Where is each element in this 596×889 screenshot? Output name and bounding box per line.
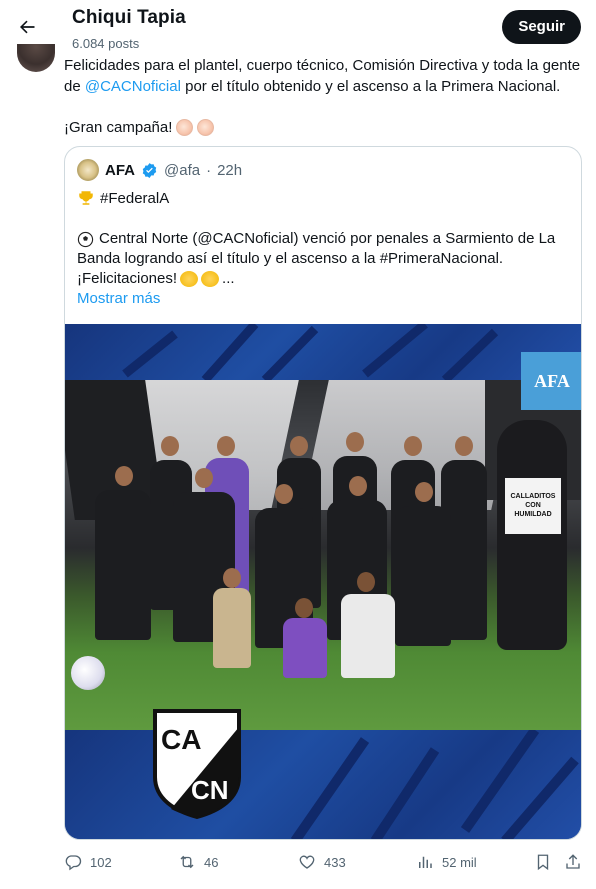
shield-bottom-text: CN — [191, 775, 229, 805]
brush-pattern — [122, 324, 499, 384]
quoted-tweet[interactable]: AFA @afa · 22h #FederalA Central Norte (… — [64, 146, 582, 840]
clapping-hands-icon — [201, 271, 220, 287]
back-button[interactable] — [10, 10, 44, 44]
views-icon — [419, 856, 432, 868]
repost-icon — [180, 855, 194, 869]
quoted-media-image[interactable]: CALLADITOS CON HUMILDAD AFA CA CN — [65, 324, 581, 839]
tweet-actions: 102 46 433 52 mil — [64, 853, 584, 875]
verified-icon — [142, 162, 157, 178]
quoted-body-line-1: Central Norte (@CACNoficial) venció por … — [77, 229, 571, 249]
ellipsis: ... — [222, 270, 235, 287]
repost-button[interactable]: 46 — [178, 853, 218, 871]
show-more-link[interactable]: Mostrar más — [77, 290, 160, 307]
player — [395, 506, 451, 646]
clapping-hands-icon — [176, 119, 194, 136]
mascot-sign-line-3: HUMILDAD — [514, 511, 552, 518]
child — [283, 618, 327, 678]
cacn-shield-logo: CA CN — [153, 709, 241, 819]
brush-pattern — [290, 727, 579, 839]
player-head — [217, 436, 235, 456]
views-button[interactable]: 52 mil — [416, 853, 477, 871]
player-head — [346, 432, 364, 452]
bookmark-icon — [537, 854, 549, 871]
quoted-body-text-1: Central Norte (@CACNoficial) venció por … — [99, 230, 556, 247]
tweet-text-prefix: de — [64, 78, 85, 95]
afa-avatar[interactable] — [77, 159, 99, 181]
quoted-tweet-header: AFA @afa · 22h — [77, 159, 242, 181]
reply-button[interactable]: 102 — [64, 853, 112, 871]
player-head — [275, 484, 293, 504]
player — [95, 490, 151, 640]
separator-dot: · — [206, 161, 212, 179]
trophy-icon — [79, 191, 93, 205]
like-icon — [299, 855, 315, 869]
quoted-timestamp[interactable]: 22h — [217, 162, 242, 179]
child-head — [295, 598, 313, 618]
condor-mascot — [497, 420, 567, 650]
quoted-author-handle: @afa — [164, 161, 201, 179]
reply-icon — [65, 855, 82, 871]
federal-a-hashtag[interactable]: #FederalA — [100, 190, 169, 207]
clapping-hands-icon — [197, 119, 215, 136]
quoted-author-name[interactable]: AFA — [105, 162, 135, 179]
views-count: 52 mil — [442, 854, 477, 870]
media-top-band — [65, 324, 581, 384]
player-head — [349, 476, 367, 496]
clapping-hands-icon — [180, 271, 199, 287]
media-bottom-band — [65, 727, 581, 839]
mention-link[interactable]: @CACNoficial — [85, 78, 181, 95]
mascot-sign-line-1: CALLADITOS — [510, 493, 556, 500]
like-button[interactable]: 433 — [298, 853, 346, 871]
tweet-line-2: de @CACNoficial por el título obtenido y… — [64, 76, 584, 97]
child — [213, 588, 251, 668]
gran-campana-text: ¡Gran campaña! — [64, 119, 173, 136]
like-count: 433 — [324, 854, 346, 870]
player-head — [115, 466, 133, 486]
child — [341, 594, 395, 678]
afa-badge: AFA — [521, 352, 581, 410]
back-arrow-icon — [20, 20, 35, 34]
post-count: 6.084 posts — [72, 36, 140, 51]
quoted-body-line-2: Banda logrando así el título y el ascens… — [77, 250, 504, 267]
profile-header: Chiqui Tapia 6.084 posts Seguir — [0, 0, 596, 52]
player-head — [404, 436, 422, 456]
follow-button[interactable]: Seguir — [502, 10, 581, 44]
quoted-hashtag-line: #FederalA — [77, 189, 169, 207]
bookmark-button[interactable] — [534, 853, 552, 871]
share-button[interactable] — [564, 853, 582, 871]
profile-name: Chiqui Tapia — [72, 7, 186, 28]
shield-top-text: CA — [161, 724, 201, 755]
mascot-sign-line-2: CON — [525, 502, 541, 509]
player-head — [290, 436, 308, 456]
team-photo: CALLADITOS CON HUMILDAD — [65, 380, 581, 730]
player-head — [455, 436, 473, 456]
quoted-body-line-3: ¡Felicitaciones! ... — [77, 269, 571, 289]
child-head — [223, 568, 241, 588]
quoted-body: Central Norte (@CACNoficial) venció por … — [77, 229, 571, 289]
tweet-text-suffix: por el título obtenido y el ascenso a la… — [180, 78, 561, 95]
tweet-line-1: Felicidades para el plantel, cuerpo técn… — [64, 57, 581, 74]
mascot-sign: CALLADITOS CON HUMILDAD — [505, 478, 561, 534]
soccer-ball-icon — [77, 231, 94, 247]
tweet-line-3: ¡Gran campaña! — [64, 117, 215, 138]
repost-count: 46 — [204, 854, 219, 870]
player-head — [195, 468, 213, 488]
felicitaciones-text: ¡Felicitaciones! — [77, 270, 178, 287]
tweet-text: Felicidades para el plantel, cuerpo técn… — [64, 55, 584, 97]
child-head — [357, 572, 375, 592]
avatar[interactable] — [17, 44, 55, 72]
soccer-ball — [71, 656, 105, 690]
player-head — [415, 482, 433, 502]
reply-count: 102 — [90, 854, 112, 870]
share-icon — [566, 854, 580, 869]
player-head — [161, 436, 179, 456]
